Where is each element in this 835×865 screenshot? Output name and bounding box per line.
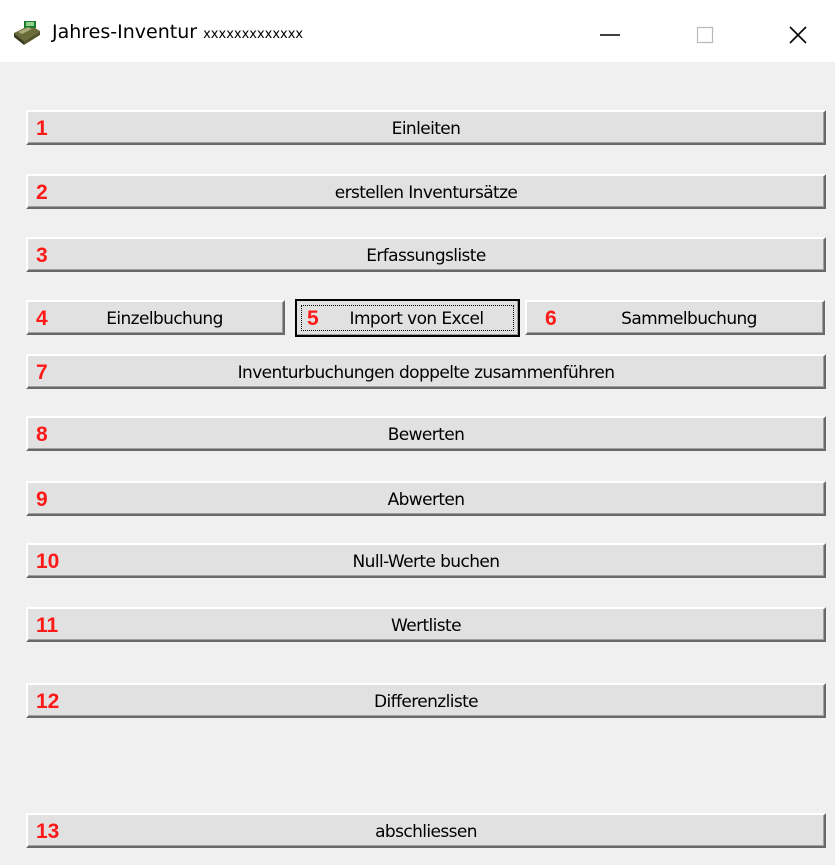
inventurbuchungen-zusammenfuehren-button[interactable]: 7 Inventurbuchungen doppelte zusammenfüh… — [26, 354, 826, 389]
button-label: abschliessen — [375, 822, 477, 842]
window-title: Jahres-Inventur xxxxxxxxxxxxx — [52, 21, 303, 43]
button-label: Null-Werte buchen — [352, 552, 501, 572]
button-label: Erfassungsliste — [366, 246, 486, 266]
abwerten-button[interactable]: 9 Abwerten — [26, 481, 826, 516]
button-label: Wertliste — [391, 616, 462, 636]
button-label: Abwerten — [387, 490, 465, 510]
title-bar[interactable]: Jahres-Inventur xxxxxxxxxxxxx — [0, 7, 835, 62]
bewerten-button[interactable]: 8 Bewerten — [26, 416, 826, 451]
close-button[interactable] — [763, 7, 833, 62]
erstellen-inventursaetze-button[interactable]: 2 erstellen Inventursätze — [26, 174, 826, 209]
erfassungsliste-button[interactable]: 3 Erfassungsliste — [26, 237, 826, 272]
button-label: Inventurbuchungen doppelte zusammenführe… — [237, 363, 615, 383]
button-label: Einleiten — [391, 119, 461, 139]
window-top-border — [0, 0, 835, 7]
button-label: erstellen Inventursätze — [334, 183, 518, 203]
wertliste-button[interactable]: 11 Wertliste — [26, 607, 826, 642]
button-label: Bewerten — [387, 425, 465, 445]
button-label: Import von Excel — [349, 309, 485, 329]
window-title-suffix: xxxxxxxxxxxxx — [203, 27, 304, 42]
window-title-text: Jahres-Inventur — [52, 21, 198, 43]
button-label: Differenzliste — [373, 692, 479, 712]
einzelbuchung-button[interactable]: 4 Einzelbuchung — [26, 300, 285, 335]
abschliessen-button[interactable]: 13 abschliessen — [26, 813, 826, 848]
maximize-button[interactable] — [670, 7, 740, 62]
maximize-icon — [696, 26, 714, 43]
button-label: Einzelbuchung — [106, 309, 223, 329]
einleiten-button[interactable]: 1 Einleiten — [26, 110, 826, 145]
button-label: Sammelbuchung — [621, 309, 757, 329]
minimize-button[interactable] — [575, 7, 645, 62]
import-von-excel-button[interactable]: 5 Import von Excel — [295, 299, 520, 337]
minimize-icon — [600, 33, 620, 36]
sammelbuchung-button[interactable]: 6 Sammelbuchung — [525, 300, 825, 335]
null-werte-buchen-button[interactable]: 10 Null-Werte buchen — [26, 543, 826, 578]
cash-register-icon — [10, 19, 44, 47]
differenzliste-button[interactable]: 12 Differenzliste — [26, 683, 826, 718]
close-icon — [789, 25, 807, 44]
